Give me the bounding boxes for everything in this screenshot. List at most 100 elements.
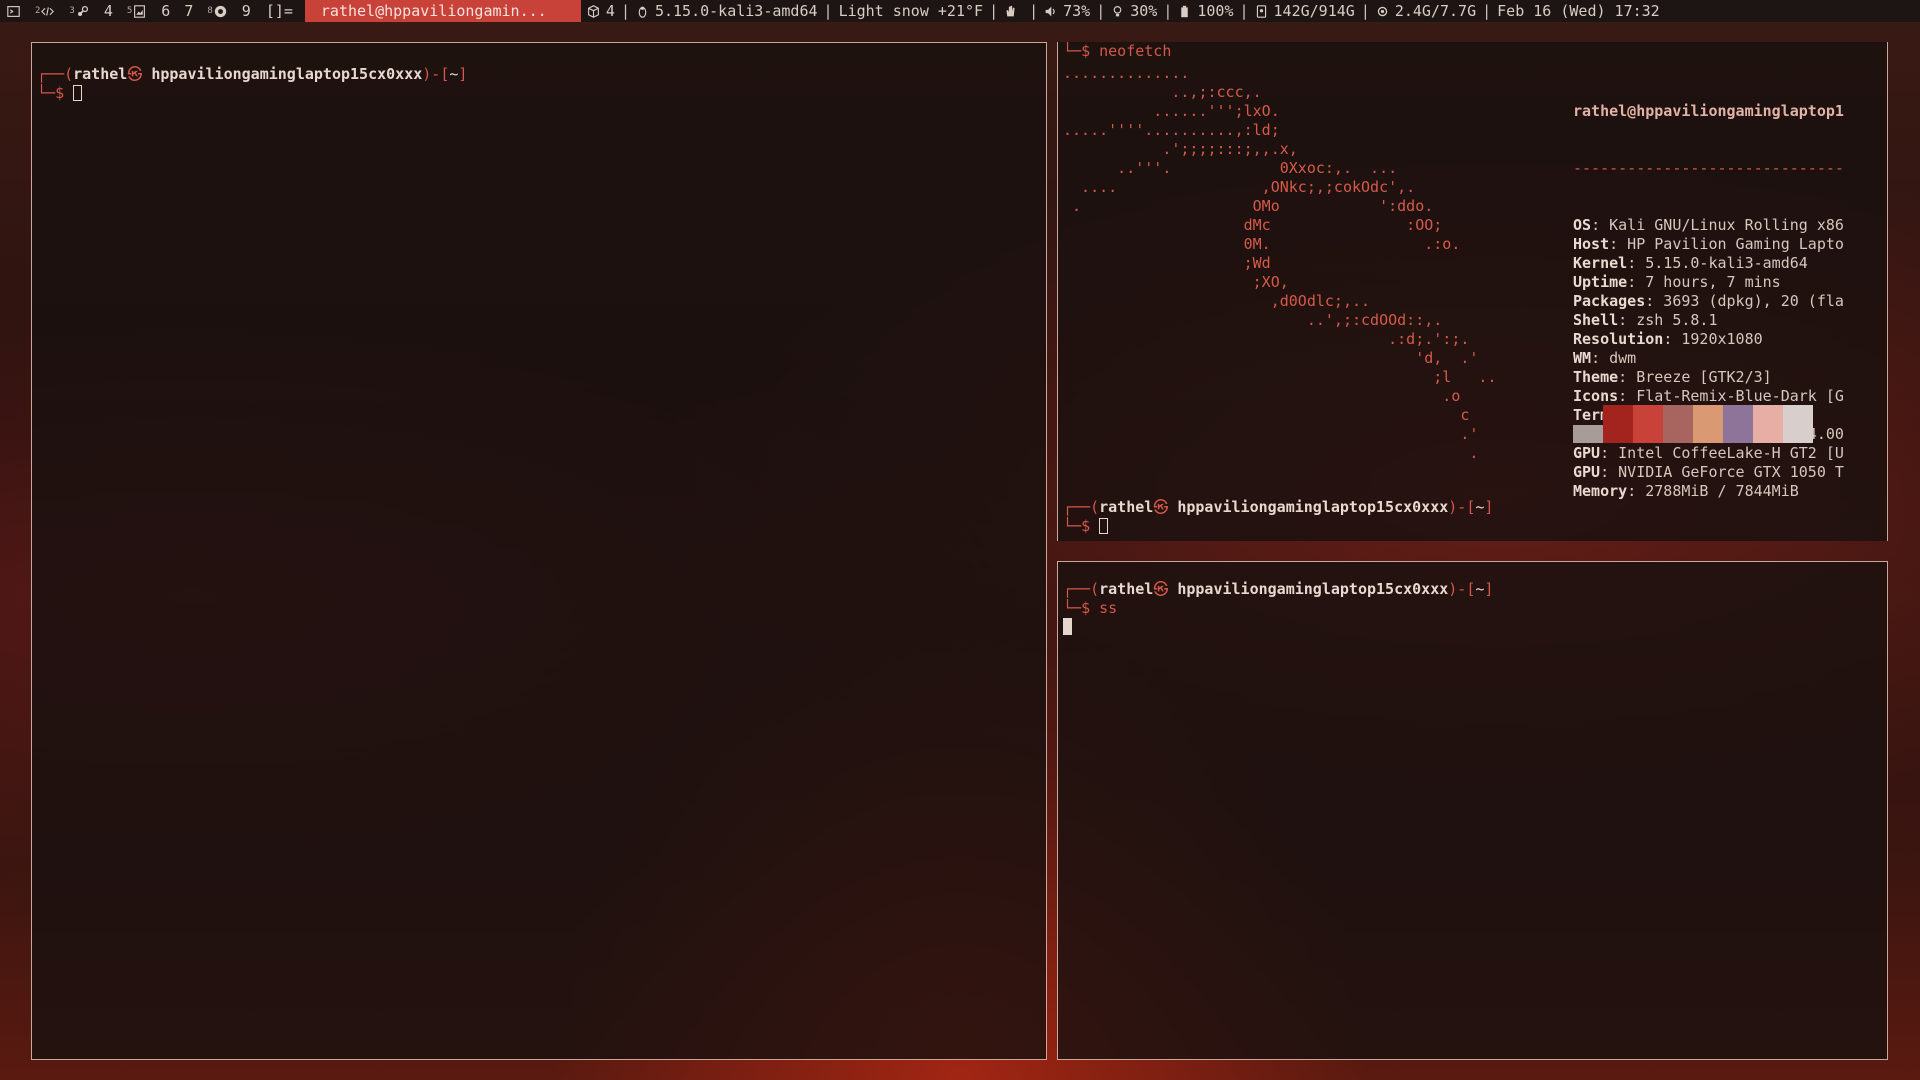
info-line: Kernel: 5.15.0-kali3-amd64 xyxy=(1573,254,1844,273)
tag-1[interactable] xyxy=(0,0,28,22)
info-line: Resolution: 1920x1080 xyxy=(1573,330,1844,349)
volume-block[interactable]: 73% xyxy=(1038,0,1096,22)
info-key: Theme xyxy=(1573,368,1619,386)
prompt-host: hppaviliongaminglaptop15cx0xxx xyxy=(151,65,423,83)
tag-8[interactable]: 8 xyxy=(200,0,234,22)
ascii-line: . OMo ':ddo. xyxy=(1063,197,1434,215)
tag-6[interactable]: 6 xyxy=(154,0,177,22)
tag-7[interactable]: 7 xyxy=(177,0,200,22)
separator: | xyxy=(1163,2,1173,20)
prompt-header: ┌──(rathel㉿ hppaviliongaminglaptop15cx0x… xyxy=(1063,498,1494,516)
separator: | xyxy=(1096,2,1106,20)
volume-icon xyxy=(1044,5,1057,18)
prompt-input-line[interactable]: └─$ xyxy=(37,84,467,103)
window-title: rathel@hppaviliongamin... xyxy=(304,0,581,22)
separator: | xyxy=(1482,2,1492,20)
weather-text: Light snow +21°F xyxy=(838,2,984,20)
tag-superscript: 5 xyxy=(126,6,133,16)
prompt-symbol: $ xyxy=(1081,517,1091,535)
ascii-line: ;l .. xyxy=(1063,368,1497,386)
terminal-left[interactable]: ┌──(rathel㉿ hppaviliongaminglaptop15cx0x… xyxy=(31,42,1047,1060)
prompt-symbol: $ xyxy=(55,84,65,102)
weather-block: Light snow +21°F xyxy=(833,0,990,22)
separator: | xyxy=(1360,2,1370,20)
output-line xyxy=(1063,618,1493,637)
tag-4[interactable]: 4 xyxy=(97,0,120,22)
info-key: Host xyxy=(1573,235,1610,253)
memory-block: 2.4G/7.7G xyxy=(1370,0,1482,22)
brightness-level: 30% xyxy=(1130,2,1158,20)
info-key: Kernel xyxy=(1573,254,1628,272)
info-value: : Intel CoffeeLake-H GT2 [U xyxy=(1600,444,1844,462)
info-value: : zsh 5.8.1 xyxy=(1618,311,1718,329)
info-value: : NVIDIA GeForce GTX 1050 T xyxy=(1600,463,1844,481)
ascii-line: ;Wd xyxy=(1063,254,1271,272)
info-value: : 1920x1080 xyxy=(1663,330,1763,348)
tag-5[interactable]: 5 xyxy=(120,0,154,22)
tag-2[interactable]: 2 xyxy=(28,0,62,22)
kernel-block: 5.15.0-kali3-amd64 xyxy=(630,0,824,22)
terminal-bottom-right[interactable]: ┌──(rathel㉿ hppaviliongaminglaptop15cx0x… xyxy=(1057,561,1888,1060)
hand-block xyxy=(998,0,1029,22)
text-cursor xyxy=(73,85,83,101)
info-line: GPU: Intel CoffeeLake-H GT2 [U xyxy=(1573,444,1844,463)
system-info: rathel@hppaviliongaminglaptop1 ---------… xyxy=(1573,64,1844,539)
brightness-block[interactable]: 30% xyxy=(1105,0,1163,22)
terminal-top-right[interactable]: └─$ neofetch .............. ..,;:ccc,. .… xyxy=(1057,42,1888,541)
tag-3[interactable]: 3 xyxy=(62,0,96,22)
info-key: Icons xyxy=(1573,387,1619,405)
prompt-host: hppaviliongaminglaptop15cx0xxx xyxy=(1177,580,1449,598)
tag-list: 2 3 4 5 67 8 9 xyxy=(0,0,258,22)
prompt-user: rathel xyxy=(1099,580,1154,598)
prompt-input-line[interactable]: └─$ ss xyxy=(1063,599,1493,618)
prompt-input-line[interactable]: └─$ xyxy=(1063,517,1493,536)
linux-icon xyxy=(636,5,649,18)
volume-level: 73% xyxy=(1063,2,1091,20)
ascii-line: .:d;.':;. xyxy=(1063,330,1470,348)
ascii-line: ,d0Odlc;,.. xyxy=(1063,292,1371,310)
info-value: : HP Pavilion Gaming Lapto xyxy=(1609,235,1844,253)
info-line: WM: dwm xyxy=(1573,349,1844,368)
ascii-line: ..,;:ccc,. xyxy=(1063,83,1262,101)
info-key: Uptime xyxy=(1573,273,1628,291)
info-value: : Flat-Remix-Blue-Dark [G xyxy=(1618,387,1844,405)
prompt-user: rathel xyxy=(1099,498,1154,516)
info-key: GPU xyxy=(1573,463,1601,481)
info-lines: OS: Kali GNU/Linux Rolling x86 Host: HP P… xyxy=(1573,216,1844,501)
chrome-icon xyxy=(214,5,227,18)
prompt: ┌──(rathel㉿ hppaviliongaminglaptop15cx0x… xyxy=(1063,498,1493,536)
disk-usage: 142G/914G xyxy=(1273,2,1355,20)
info-line: Theme: Breeze [GTK2/3] xyxy=(1573,368,1844,387)
ascii-line: c xyxy=(1063,406,1470,424)
code-icon xyxy=(41,5,55,18)
info-key: WM xyxy=(1573,349,1592,367)
updates-block: 4 xyxy=(581,0,621,22)
info-key: Packages xyxy=(1573,292,1646,310)
neofetch-command: neofetch xyxy=(1099,42,1172,60)
tag-number: 9 xyxy=(241,2,251,20)
disk-icon xyxy=(1255,4,1268,18)
disk-block: 142G/914G xyxy=(1249,0,1361,22)
lightbulb-icon xyxy=(1111,5,1124,18)
command-line: └─$ neofetch xyxy=(1063,42,1172,60)
tag-9[interactable]: 9 xyxy=(235,0,258,22)
info-rule: ------------------------------ xyxy=(1573,159,1844,177)
window-title-text: rathel@hppaviliongamin... xyxy=(320,2,547,20)
prompt-symbol: $ xyxy=(1081,42,1091,60)
tag-superscript: 3 xyxy=(69,6,75,16)
info-key: GPU xyxy=(1573,444,1601,462)
tag-superscript: 8 xyxy=(207,6,213,16)
separator: | xyxy=(1239,2,1249,20)
ascii-line: dMc :OO; xyxy=(1063,216,1443,234)
layout-indicator[interactable]: []= xyxy=(258,2,305,20)
separator: | xyxy=(989,2,999,20)
info-line: Icons: Flat-Remix-Blue-Dark [G xyxy=(1573,387,1844,406)
info-value: : 3693 (dpkg), 20 (fla xyxy=(1645,292,1844,310)
updates-count: 4 xyxy=(605,2,615,20)
tag-number: 6 xyxy=(161,2,171,20)
memory-icon xyxy=(1376,5,1389,18)
info-line: Host: HP Pavilion Gaming Lapto xyxy=(1573,235,1844,254)
clock-block: Feb 16 (Wed) 17:32 xyxy=(1491,0,1666,22)
info-line: GPU: NVIDIA GeForce GTX 1050 T xyxy=(1573,463,1844,482)
prompt-host: hppaviliongaminglaptop15cx0xxx xyxy=(1177,498,1449,516)
